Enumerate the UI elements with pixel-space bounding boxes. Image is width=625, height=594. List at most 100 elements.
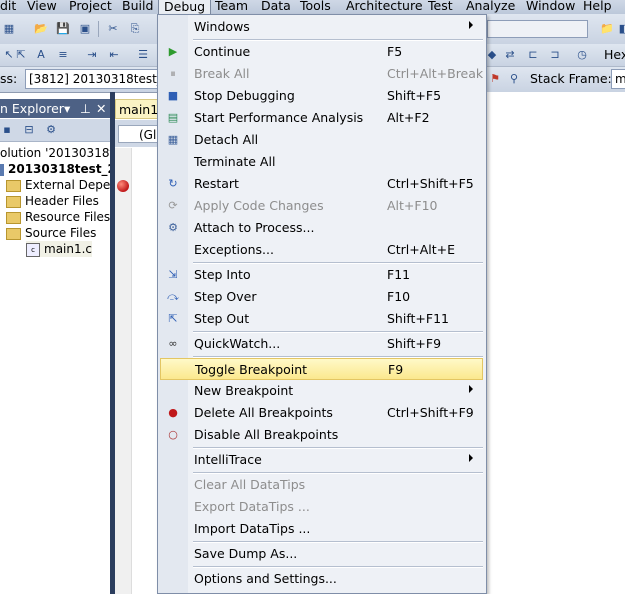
step-over-icon: ⤼ <box>167 290 179 303</box>
menu-item-label: Break All <box>194 66 250 81</box>
menu-item-shortcut: F9 <box>388 362 404 377</box>
menu-item-export-datatips[interactable]: Export DataTips ... <box>160 496 484 518</box>
step-toolbar-icon[interactable]: ⇄ <box>503 48 517 62</box>
hex-label[interactable]: Hex <box>604 47 625 62</box>
save-all-icon[interactable]: ▣ <box>78 22 92 36</box>
menu-item-detach-all[interactable]: ▦ Detach All <box>160 129 484 151</box>
menu-item-start-performance-analysis[interactable]: ▤ Start Performance Analysis Alt+F2 <box>160 107 484 129</box>
open-folder-icon[interactable]: 📂 <box>34 22 48 36</box>
menu-architecture[interactable]: Architecture <box>346 0 423 14</box>
menu-item-intellitrace[interactable]: IntelliTrace <box>160 449 484 471</box>
solution-explorer-toolbar: ▪ ⊟ ⚙ <box>0 119 110 142</box>
pause-icon: ⏸ <box>170 67 176 80</box>
menu-item-step-over[interactable]: ⤼ Step Over F10 <box>160 286 484 308</box>
tree-resource-files[interactable]: Resource Files <box>6 209 110 225</box>
menu-item-apply-code-changes[interactable]: ⟳ Apply Code Changes Alt+F10 <box>160 195 484 217</box>
menu-item-exceptions[interactable]: Exceptions... Ctrl+Alt+E <box>160 239 484 261</box>
font-icon[interactable]: A <box>34 48 48 62</box>
find-icon[interactable]: 📁 <box>600 22 614 36</box>
tree-project[interactable]: 20130318test_2 <box>0 161 110 177</box>
menu-item-restart[interactable]: ↻ Restart Ctrl+Shift+F5 <box>160 173 484 195</box>
tree-header-files[interactable]: Header Files <box>6 193 99 209</box>
copy-icon[interactable]: ⎘ <box>128 22 142 36</box>
scope-combo[interactable]: (Gl <box>118 125 160 143</box>
menu-item-shortcut: Ctrl+Alt+E <box>387 242 456 257</box>
cut-icon[interactable]: ✂ <box>106 22 120 36</box>
breakpoint-icon[interactable] <box>117 180 129 192</box>
dropdown-icon[interactable]: ▾ <box>64 99 70 118</box>
menu-item-label: Continue <box>194 44 251 59</box>
menu-tools[interactable]: Tools <box>300 0 331 14</box>
show-files-icon[interactable]: ⊟ <box>22 123 36 137</box>
process-combo[interactable]: [3812] 20130318test_2.e <box>25 69 158 89</box>
menu-item-shortcut: Ctrl+Alt+Break <box>387 66 484 81</box>
menu-build[interactable]: Build <box>122 0 153 14</box>
menu-item-delete-all-breakpoints[interactable]: ● Delete All Breakpoints Ctrl+Shift+F9 <box>160 402 484 424</box>
menu-analyze[interactable]: Analyze <box>466 0 515 14</box>
close-icon[interactable]: ✕ <box>96 99 106 118</box>
menu-item-label: New Breakpoint <box>194 383 294 398</box>
menu-item-new-breakpoint[interactable]: New Breakpoint <box>160 380 484 402</box>
menu-test[interactable]: Test <box>428 0 453 14</box>
pin-icon[interactable]: ⊥ <box>80 99 91 118</box>
tree-solution[interactable]: olution '20130318test <box>0 145 110 161</box>
config-combo[interactable] <box>487 20 588 38</box>
menu-item-terminate-all[interactable]: Terminate All <box>160 151 484 173</box>
menu-item-step-out[interactable]: ⇱ Step Out Shift+F11 <box>160 308 484 330</box>
menu-data[interactable]: Data <box>261 0 291 14</box>
menu-item-toggle-breakpoint[interactable]: Toggle Breakpoint F9 <box>160 358 483 380</box>
menu-item-shortcut: Shift+F5 <box>387 88 442 103</box>
editor-tab-main1[interactable]: main1. <box>115 99 162 119</box>
select-icon[interactable]: ⇱ <box>14 48 28 62</box>
menu-item-stop-debugging[interactable]: ■ Stop Debugging Shift+F5 <box>160 85 484 107</box>
class-view-icon[interactable]: ⚙ <box>44 123 58 137</box>
indent-icon[interactable]: ⇥ <box>85 48 99 62</box>
toolbar-separator <box>98 21 99 37</box>
menu-item-label: Disable All Breakpoints <box>194 427 339 442</box>
menu-help[interactable]: Help <box>583 0 612 14</box>
stack-frame-combo[interactable]: m <box>611 69 625 89</box>
menu-edit[interactable]: dit <box>0 0 16 14</box>
flag-icon[interactable]: ⚑ <box>488 72 502 86</box>
menu-item-shortcut: Shift+F9 <box>387 336 442 351</box>
menu-item-step-into[interactable]: ⇲ Step Into F11 <box>160 264 484 286</box>
solution-explorer-title-text: n Explorer <box>0 101 64 116</box>
menu-item-attach-to-process[interactable]: ⚙ Attach to Process... <box>160 217 484 239</box>
menu-item-label: Terminate All <box>194 154 276 169</box>
menu-team[interactable]: Team <box>215 0 248 14</box>
menu-item-break-all[interactable]: ⏸ Break All Ctrl+Alt+Break <box>160 63 484 85</box>
menu-item-options-and-settings[interactable]: Options and Settings... <box>160 568 484 590</box>
tree-external-dependencies[interactable]: External Depe <box>6 177 110 193</box>
menu-item-clear-all-datatips[interactable]: Clear All DataTips <box>160 474 484 496</box>
menu-item-label: Detach All <box>194 132 259 147</box>
save-icon[interactable]: 💾 <box>56 22 70 36</box>
outdent-icon[interactable]: ⇤ <box>107 48 121 62</box>
locals-icon[interactable]: ⊏ <box>526 48 540 62</box>
clock-icon[interactable]: ◷ <box>575 48 589 62</box>
menu-item-windows[interactable]: Windows <box>160 16 484 38</box>
more-icon[interactable]: ◧ <box>617 22 625 36</box>
new-project-icon[interactable]: ▦ <box>2 22 16 36</box>
menu-item-quickwatch[interactable]: ∞ QuickWatch... Shift+F9 <box>160 333 484 355</box>
solution-tree: olution '20130318test 20130318test_2 Ext… <box>0 142 110 594</box>
properties-icon[interactable]: ▪ <box>0 123 14 137</box>
menu-view[interactable]: View <box>27 0 57 14</box>
menu-project[interactable]: Project <box>69 0 112 14</box>
filter-icon[interactable]: ⚲ <box>507 72 521 86</box>
format-icon[interactable]: ☰ <box>136 48 150 62</box>
tree-source-files[interactable]: Source Files <box>6 225 96 241</box>
menu-item-save-dump-as[interactable]: Save Dump As... <box>160 543 484 565</box>
menu-item-label: Toggle Breakpoint <box>195 362 308 377</box>
menu-item-shortcut: F5 <box>387 44 403 59</box>
menu-item-continue[interactable]: ▶ Continue F5 <box>160 41 484 63</box>
breakpoint-margin[interactable] <box>115 148 132 594</box>
comment-icon[interactable]: ≡ <box>56 48 70 62</box>
menu-debug[interactable]: Debug <box>158 0 212 14</box>
watch-icon[interactable]: ⊐ <box>548 48 562 62</box>
menu-item-import-datatips[interactable]: Import DataTips ... <box>160 518 484 540</box>
menu-item-disable-all-breakpoints[interactable]: ○ Disable All Breakpoints <box>160 424 484 446</box>
hex-view-icon[interactable]: ◆ <box>485 48 499 62</box>
menu-window[interactable]: Window <box>526 0 575 14</box>
tree-file-main1[interactable]: c main1.c <box>26 241 93 257</box>
attach-icon: ⚙ <box>168 221 178 234</box>
